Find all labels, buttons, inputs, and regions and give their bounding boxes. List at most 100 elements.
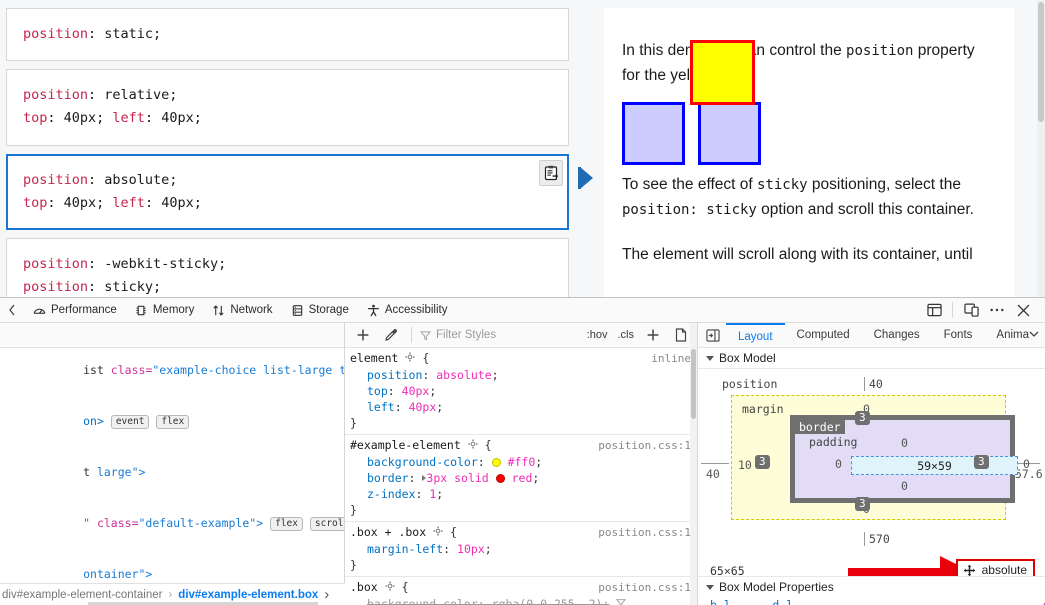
panel-toggle-icon[interactable] xyxy=(700,328,726,342)
position-left-value[interactable]: 40 xyxy=(706,467,720,481)
close-icon[interactable] xyxy=(1011,298,1035,322)
rule-source[interactable]: position.css:1 xyxy=(598,438,691,454)
rule-source[interactable]: position.css:1 xyxy=(598,580,691,596)
decl-name[interactable]: top xyxy=(367,384,388,398)
choice-static[interactable]: position: static; xyxy=(6,8,569,62)
expand-demo-arrow-icon[interactable] xyxy=(580,167,593,189)
decl-value-border[interactable]: 3px solid xyxy=(426,471,488,485)
event-badge[interactable]: event xyxy=(110,415,150,429)
position-top-value[interactable]: 40 xyxy=(864,377,883,391)
rule-selector[interactable]: .box + .box xyxy=(350,524,426,540)
padding-right-value[interactable]: 0 xyxy=(1023,457,1030,471)
decl-name[interactable]: border xyxy=(367,471,409,485)
tab-network[interactable]: Network xyxy=(203,298,281,322)
page-scrollbar-thumb[interactable] xyxy=(1038,2,1044,122)
breadcrumb-item-box[interactable]: div#example-element.box xyxy=(176,589,320,601)
dom-line[interactable]: ist class="example-choice list-large tiv… xyxy=(0,348,344,396)
content-box[interactable]: 59×59 xyxy=(851,456,1018,475)
dom-line[interactable]: " class="default-example"> flex scroll xyxy=(0,498,344,549)
css-rule-element[interactable]: element { inline position: absolute; top… xyxy=(345,348,697,435)
decl-name[interactable]: background-color xyxy=(367,597,478,605)
flex-badge[interactable]: flex xyxy=(270,517,303,531)
page-scrollbar[interactable] xyxy=(1037,0,1045,297)
margin-left-value[interactable]: 10 xyxy=(738,458,752,472)
decl-value[interactable]: 1 xyxy=(429,487,436,501)
padding-left-value[interactable]: 0 xyxy=(835,457,842,471)
border-right-value[interactable]: 3 xyxy=(974,455,989,469)
rule-settings-gear-icon[interactable] xyxy=(461,437,478,453)
css-declaration[interactable]: position: absolute; xyxy=(345,367,697,383)
css-declaration[interactable]: border: 3px solid red3px solid red; xyxy=(345,470,697,486)
scroll-badge[interactable]: scroll xyxy=(309,517,344,531)
css-declaration[interactable]: margin-left: 10px; xyxy=(345,541,697,557)
css-declaration[interactable]: background-color: #ff0; xyxy=(345,454,697,470)
rule-settings-gear-icon[interactable] xyxy=(378,579,395,595)
decl-name[interactable]: left xyxy=(367,400,395,414)
flex-badge[interactable]: flex xyxy=(156,415,190,429)
rule-selector[interactable]: element xyxy=(350,350,398,366)
decl-name[interactable]: background-color xyxy=(367,455,478,469)
decl-name[interactable]: position xyxy=(367,368,422,382)
decl-name[interactable]: margin-left xyxy=(367,542,443,556)
tab-storage[interactable]: Storage xyxy=(282,298,358,322)
styles-rules-list[interactable]: element { inline position: absolute; top… xyxy=(345,348,697,605)
content-size[interactable]: 59×59 xyxy=(917,459,952,473)
css-rule-box[interactable]: .box { position.css:1 background-color: … xyxy=(345,577,697,605)
hov-toggle[interactable]: :hov xyxy=(584,329,611,341)
css-rule-box-adjacent[interactable]: .box + .box { position.css:1 margin-left… xyxy=(345,522,697,577)
rule-settings-gear-icon[interactable] xyxy=(426,524,443,540)
tab-changes[interactable]: Changes xyxy=(862,323,932,347)
responsive-design-mode-icon[interactable] xyxy=(959,298,983,322)
rule-source[interactable]: inline xyxy=(651,351,691,367)
dom-line[interactable]: on> event flex xyxy=(0,396,344,447)
css-declaration[interactable]: top: 40px; xyxy=(345,383,697,399)
caret-down-icon[interactable] xyxy=(706,355,714,361)
cls-toggle[interactable]: .cls xyxy=(615,329,638,341)
funnel-icon[interactable] xyxy=(616,598,627,605)
decl-value[interactable]: 40px xyxy=(409,400,437,414)
border-left-value[interactable]: 3 xyxy=(755,455,770,469)
tab-performance[interactable]: Performance xyxy=(24,298,126,322)
eyedropper-icon[interactable] xyxy=(379,323,403,347)
breadcrumb-item-container[interactable]: div#example-element-container xyxy=(0,589,164,601)
decl-value-red[interactable]: red xyxy=(512,471,533,485)
css-declaration-overridden[interactable]: background-color: rgba(0,0,255,.2); xyxy=(345,596,697,605)
tab-strip-overflow-icon[interactable] xyxy=(0,298,24,322)
padding-bottom-value[interactable]: 0 xyxy=(901,479,908,493)
position-bottom-value[interactable]: 570 xyxy=(864,532,890,546)
box-model-properties-header[interactable]: Box Model Properties xyxy=(698,576,1045,597)
new-rule-plus-icon[interactable] xyxy=(351,323,375,347)
dom-tree[interactable]: ist class="example-choice list-large tiv… xyxy=(0,348,344,605)
border-top-value[interactable]: 3 xyxy=(855,411,870,425)
box-model-properties-list[interactable]: bxlxxxxxxdxlxxxxxxxxxxxxxxxxxxxxxxxxxxxx… xyxy=(698,597,1045,605)
box-model-section-header[interactable]: Box Model xyxy=(698,348,1045,369)
choice-relative[interactable]: position: relative; top: 40px; left: 40p… xyxy=(6,69,569,146)
choice-sticky[interactable]: position: -webkit-sticky; position: stic… xyxy=(6,238,569,297)
choice-absolute[interactable]: position: absolute; top: 40px; left: 40p… xyxy=(6,153,569,231)
decl-name[interactable]: z-index xyxy=(367,487,415,501)
css-declaration[interactable]: left: 40px; xyxy=(345,399,697,415)
dom-line[interactable]: t large"> xyxy=(0,447,344,498)
color-swatch-red[interactable] xyxy=(495,474,505,483)
rule-source[interactable]: position.css:1 xyxy=(598,525,691,541)
decl-value[interactable]: #ff0 xyxy=(508,455,536,469)
tab-accessibility[interactable]: Accessibility xyxy=(358,298,457,322)
styles-scrollbar[interactable] xyxy=(690,323,697,605)
decl-value[interactable]: rgba(0,0,255,.2) xyxy=(492,597,603,605)
copy-to-clipboard-button[interactable] xyxy=(539,159,563,186)
meatball-menu-icon[interactable] xyxy=(985,298,1009,322)
dock-to-side-icon[interactable] xyxy=(922,298,946,322)
border-bottom-value[interactable]: 3 xyxy=(855,497,870,511)
css-declaration[interactable]: z-index: 1; xyxy=(345,486,697,502)
color-swatch-yellow[interactable] xyxy=(491,458,501,467)
styles-scrollbar-thumb[interactable] xyxy=(691,349,696,419)
rule-selector[interactable]: .box xyxy=(350,579,378,595)
chevron-down-icon[interactable] xyxy=(1029,329,1045,341)
decl-value[interactable]: 10px xyxy=(457,542,485,556)
tab-computed[interactable]: Computed xyxy=(785,323,862,347)
padding-top-value[interactable]: 0 xyxy=(901,436,908,450)
tab-fonts[interactable]: Fonts xyxy=(932,323,985,347)
rule-settings-gear-icon[interactable] xyxy=(398,350,415,366)
rule-selector[interactable]: #example-element xyxy=(350,437,461,453)
breadcrumb-overflow-icon[interactable]: › xyxy=(320,586,333,603)
